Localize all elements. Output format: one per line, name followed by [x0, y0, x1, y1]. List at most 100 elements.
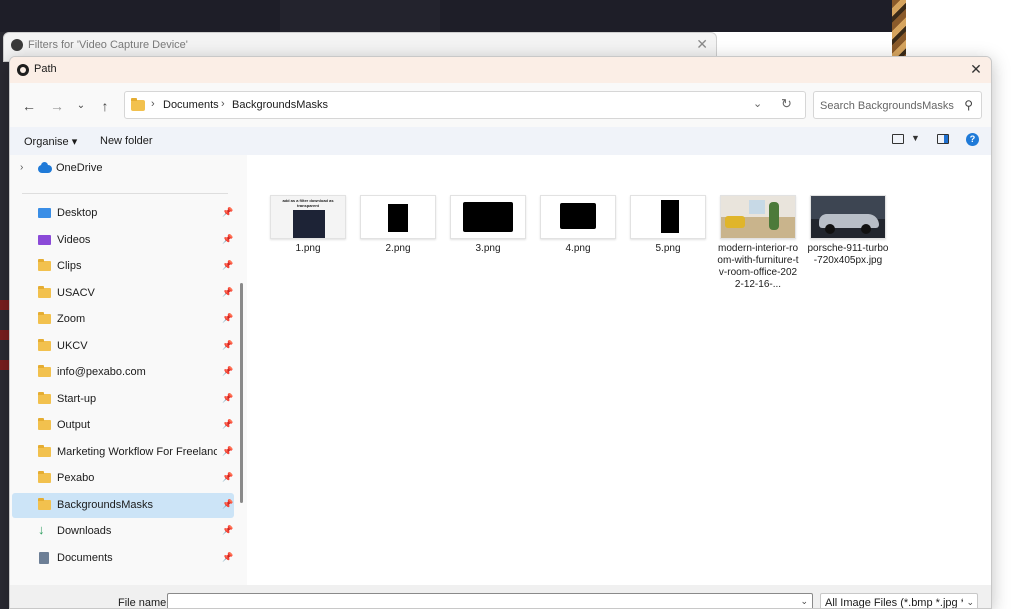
obs-logo-icon [11, 39, 23, 51]
pin-icon[interactable]: 📌 [222, 419, 233, 430]
folder-icon [38, 338, 51, 351]
close-button[interactable]: ✕ [967, 60, 985, 78]
sidebar-item[interactable]: Start-up 📌 [12, 387, 234, 412]
documents-icon [39, 551, 49, 564]
sidebar-item[interactable]: Output 📌 [12, 413, 234, 438]
file-name: 4.png [565, 243, 591, 254]
search-icon[interactable]: ⚲ [964, 98, 973, 112]
sidebar-item[interactable]: Pexabo 📌 [12, 466, 234, 491]
pin-icon[interactable]: 📌 [222, 207, 233, 218]
desktop-icon [38, 208, 51, 218]
file-item[interactable]: 3.png [447, 195, 529, 255]
back-arrow-icon[interactable]: ← [20, 97, 38, 115]
sidebar-item-label: Zoom [57, 313, 86, 325]
file-name: 5.png [655, 243, 681, 254]
close-icon[interactable]: ✕ [696, 36, 708, 53]
file-name-label: File name: [118, 597, 170, 609]
breadcrumb-backgroundsmasks[interactable]: BackgroundsMasks [232, 99, 328, 111]
file-name: 3.png [475, 243, 501, 254]
chevron-down-icon[interactable]: ⌄ [753, 97, 762, 110]
file-thumbnail [810, 195, 886, 239]
pin-icon[interactable]: 📌 [222, 313, 233, 324]
sidebar-item[interactable]: ↓ Downloads 📌 [12, 519, 234, 544]
refresh-icon[interactable]: ↻ [781, 96, 792, 112]
pin-icon[interactable]: 📌 [222, 340, 233, 351]
new-folder-button[interactable]: New folder [100, 135, 153, 147]
file-thumbnail: add as a filter download as transparent [270, 195, 346, 239]
search-input[interactable] [820, 98, 955, 114]
sidebar-item-onedrive[interactable]: › OneDrive [10, 155, 236, 183]
videos-icon [38, 234, 51, 245]
pin-icon[interactable]: 📌 [222, 234, 233, 245]
pin-icon[interactable]: 📌 [222, 393, 233, 404]
scrollbar[interactable] [240, 283, 243, 503]
folder-icon [131, 98, 145, 111]
sidebar-item[interactable]: info@pexabo.com 📌 [12, 360, 234, 385]
forward-arrow-icon[interactable]: → [48, 97, 66, 115]
sidebar-item-label: Start-up [57, 392, 97, 405]
file-item[interactable]: porsche-911-turbo-720x405px.jpg [807, 195, 889, 267]
sidebar-item[interactable]: Videos 📌 [12, 228, 234, 253]
sidebar-item-label: USACV [57, 286, 95, 299]
sidebar-item-label: Videos [57, 233, 91, 246]
file-thumbnail [540, 195, 616, 239]
sidebar-item[interactable]: Clips 📌 [12, 254, 234, 279]
sidebar-item[interactable]: Desktop 📌 [12, 201, 234, 226]
sidebar-item-label: UKCV [57, 339, 88, 352]
file-item[interactable]: 4.png [537, 195, 619, 255]
address-bar[interactable]: › Documents › BackgroundsMasks ⌄ ↻ [124, 91, 806, 119]
sidebar-item-label: Clips [57, 260, 82, 272]
search-box[interactable]: ⚲ [813, 91, 982, 119]
file-item[interactable]: 2.png [357, 195, 439, 255]
chevron-down-icon[interactable]: ⌄ [966, 597, 974, 608]
sidebar-item[interactable]: USACV 📌 [12, 281, 234, 306]
file-name-input[interactable] [172, 596, 792, 608]
chevron-down-icon[interactable]: ⌄ [800, 596, 808, 607]
pin-icon[interactable]: 📌 [222, 472, 233, 483]
sidebar-item[interactable]: Marketing Workflow For Freelancers ( 📌 [12, 440, 234, 465]
organise-button[interactable]: Organise ▾ [24, 135, 77, 148]
cloud-icon [38, 162, 52, 173]
file-name: 2.png [385, 243, 411, 254]
sidebar-item[interactable]: Documents 📌 [12, 546, 234, 571]
thumbnail-text: add as a filter download as transparent [282, 198, 334, 208]
pin-icon[interactable]: 📌 [222, 366, 233, 377]
sidebar-item-label: Output [57, 419, 91, 431]
desktop-background-panel [280, 0, 440, 32]
sidebar-item[interactable]: Zoom 📌 [12, 307, 234, 332]
sidebar-item[interactable]: BackgroundsMasks 📌 [12, 492, 234, 518]
dialog-title: Path [34, 63, 57, 75]
pin-icon[interactable]: 📌 [222, 499, 233, 510]
sidebar-item-label: OneDrive [56, 162, 103, 174]
help-icon[interactable]: ? [966, 133, 979, 146]
sidebar-item[interactable]: UKCV 📌 [12, 334, 234, 359]
folder-icon [38, 497, 51, 510]
dialog-titlebar: Path ✕ [10, 57, 991, 83]
file-item[interactable]: 5.png [627, 195, 709, 255]
pin-icon[interactable]: 📌 [222, 287, 233, 298]
file-item[interactable]: add as a filter download as transparent … [267, 195, 349, 255]
up-arrow-icon[interactable]: ↑ [96, 97, 114, 115]
background-image-strip [892, 0, 906, 60]
file-name-combobox[interactable]: ⌄ [167, 593, 813, 608]
recent-locations-chevron-icon[interactable]: ⌄ [72, 97, 90, 115]
view-icon[interactable] [892, 134, 904, 144]
folder-icon [38, 259, 51, 271]
file-item[interactable]: modern-interior-room-with-furniture-tv-r… [717, 195, 799, 291]
pin-icon[interactable]: 📌 [222, 446, 233, 457]
folder-icon [38, 391, 51, 404]
file-name: porsche-911-turbo-720x405px.jpg [807, 243, 889, 266]
breadcrumb-documents[interactable]: Documents [163, 99, 219, 111]
file-thumbnail [450, 195, 526, 239]
chevron-right-icon[interactable]: › [20, 162, 23, 173]
pin-icon[interactable]: 📌 [222, 552, 233, 563]
chevron-down-icon[interactable]: ▼ [911, 133, 920, 143]
preview-pane-icon[interactable] [937, 134, 949, 144]
file-name-row: File name: ⌄ All Image Files (*.bmp *.jp… [10, 585, 991, 609]
pin-icon[interactable]: 📌 [222, 525, 233, 536]
obs-logo-icon [17, 64, 29, 76]
file-type-select[interactable]: All Image Files (*.bmp *.jpg *.jp ⌄ [820, 593, 978, 608]
folder-icon [38, 312, 51, 324]
sidebar-item-label: Marketing Workflow For Freelancers ( [57, 445, 217, 458]
pin-icon[interactable]: 📌 [222, 260, 233, 271]
